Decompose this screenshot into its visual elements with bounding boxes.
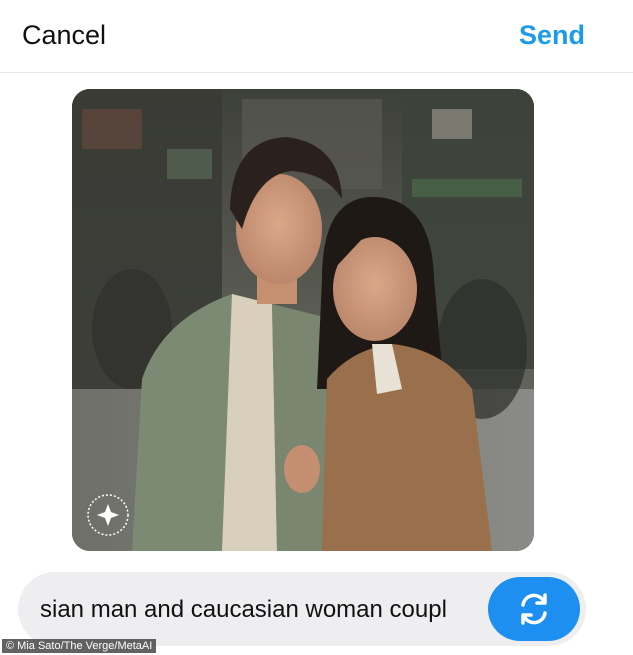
photo-credit: © Mia Sato/The Verge/MetaAI bbox=[2, 639, 157, 653]
regenerate-button[interactable] bbox=[488, 577, 580, 641]
generated-image-illustration bbox=[72, 89, 534, 551]
cancel-button[interactable]: Cancel bbox=[22, 20, 106, 51]
header-bar: Cancel Send bbox=[0, 0, 633, 73]
screen: Cancel Send sian man and caucasian woman… bbox=[0, 0, 633, 655]
prompt-composer: sian man and caucasian woman coupl bbox=[18, 572, 586, 646]
meta-ai-imagined-badge-icon bbox=[87, 494, 129, 536]
refresh-arrows-icon bbox=[521, 593, 547, 625]
send-button[interactable]: Send bbox=[519, 20, 585, 51]
generated-image[interactable] bbox=[72, 89, 534, 551]
prompt-input[interactable]: sian man and caucasian woman coupl bbox=[40, 596, 480, 624]
